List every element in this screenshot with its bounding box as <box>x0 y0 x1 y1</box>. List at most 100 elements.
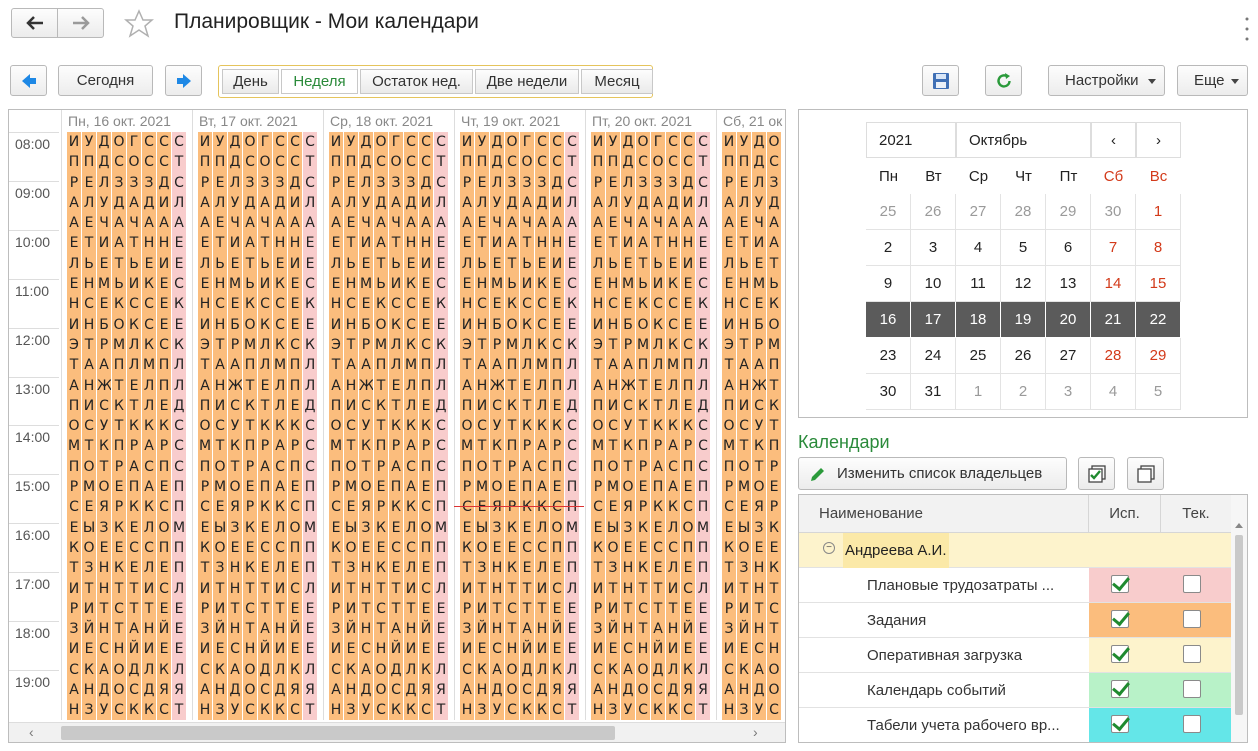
uncheck-all-button[interactable] <box>1127 457 1164 490</box>
calendar-day[interactable]: 8 <box>1136 230 1181 266</box>
more-vertical-icon[interactable] <box>1244 14 1250 44</box>
event-bar[interactable]: Г О З А Ч Т Ь И С К Л Л Е Т К Р А П К Е … <box>258 132 272 720</box>
event-bar[interactable]: Д Д Л У Ч И Е М Е Б Р А Ж С У К Т О Я З … <box>228 132 242 720</box>
event-bar[interactable]: О С З Д А А Т Ь К О М П Т К Т П Р Е Р К … <box>374 132 388 720</box>
vertical-scrollbar[interactable] <box>1231 495 1247 742</box>
day-header[interactable]: Пн, 16 окт. 2021 <box>61 110 192 132</box>
event-bar[interactable]: У П Е Л Е Т Ь Н С Н Т А Н И С Т О М Е Ы … <box>82 132 96 720</box>
use-checkbox[interactable] <box>1111 715 1129 733</box>
event-bar[interactable]: Д Д Л У Ч И Е М Е Б Р А Ж С У К Т О Я З … <box>752 132 766 720</box>
event-bar[interactable]: О С З Д А А Т Ь К О М П Т К Т П Р Е Р К … <box>243 132 257 720</box>
calendar-row[interactable]: Оперативная загрузка <box>799 638 1231 673</box>
view-week-button[interactable]: Неделя <box>281 69 358 94</box>
calendar-day[interactable]: 12 <box>1001 266 1046 302</box>
prev-month-button[interactable]: ‹ <box>1091 122 1136 158</box>
event-bar[interactable]: У П Е Л Е Т Ь Н С Н Т А Н И С Т О М Е Ы … <box>737 132 751 720</box>
event-bar[interactable]: О С З Д А А Т Ь К О М П Т К Т П Р Е Р К … <box>767 132 781 720</box>
calendar-day[interactable]: 24 <box>911 338 956 374</box>
event-bar[interactable]: С С З Д А Н Е К С С К М Л Л К А С А К Л … <box>273 132 287 720</box>
calendar-day[interactable]: 3 <box>911 230 956 266</box>
day-header[interactable]: Сб, 21 ок <box>716 110 785 132</box>
event-bar[interactable]: Г О З А Ч Т Ь И С К Л Л Е Т К Р А П К Е … <box>520 132 534 720</box>
day-column[interactable]: И П Р А А Е Л Е Н И Э Т А П О М П Р С Е … <box>323 132 454 720</box>
event-bar[interactable]: И П Р А А Е Л Е Н И Э Т А П О М П Р С Е … <box>591 132 605 720</box>
event-bar[interactable]: С С Д И А Н И Е Е Е С П П Е К Р П Е С О … <box>288 132 302 720</box>
save-button[interactable] <box>922 65 959 96</box>
event-bar[interactable]: Д Д Л У Ч И Е М Е Б Р А Ж С У К Т О Я З … <box>359 132 373 720</box>
event-bar[interactable]: И П Р А А Е Л Е Н И Э Т А П О М П Р С Е … <box>460 132 474 720</box>
event-bar[interactable]: С Т С Л А Е Е С К Е К Л Л Д С С С П П М … <box>434 132 448 720</box>
calendar-day[interactable]: 18 <box>956 302 1001 338</box>
current-checkbox[interactable] <box>1183 715 1201 733</box>
event-bar[interactable]: С С Д И А Н И Е Е Е С П П Е К Р П Е С О … <box>681 132 695 720</box>
calendar-day[interactable]: 29 <box>1046 194 1091 230</box>
scroll-right-icon[interactable]: › <box>753 724 758 740</box>
day-column[interactable]: И П Р А А Е Л Е Н И Э Т А П О М П Р С Е … <box>716 132 785 720</box>
next-period-button[interactable] <box>165 65 202 96</box>
day-column[interactable]: И П Р А А Е Л Е Н И Э Т А П О М П Р С Е … <box>585 132 716 720</box>
event-bar[interactable]: Д Д Л У Ч И Е М Е Б Р А Ж С У К Т О Я З … <box>97 132 111 720</box>
star-icon[interactable] <box>124 9 154 39</box>
calendar-day[interactable]: 14 <box>1091 266 1136 302</box>
event-bar[interactable]: И П Р А А Е Л Е Н И Э Т А П О М П Р С Е … <box>198 132 212 720</box>
event-bar[interactable]: Г О З А Ч Т Ь И С К Л Л Е Т К Р А П К Е … <box>127 132 141 720</box>
scroll-thumb[interactable] <box>1235 535 1243 715</box>
day-header[interactable]: Чт, 19 окт. 2021 <box>454 110 585 132</box>
event-bar[interactable]: У П Е Л Е Т Ь Н С Н Т А Н И С Т О М Е Ы … <box>213 132 227 720</box>
current-checkbox[interactable] <box>1183 680 1201 698</box>
calendar-day[interactable]: 25 <box>956 338 1001 374</box>
view-two-weeks-button[interactable]: Две недели <box>475 69 579 94</box>
calendar-day[interactable]: 9 <box>866 266 911 302</box>
today-button[interactable]: Сегодня <box>58 65 153 96</box>
day-column[interactable]: И П Р А А Е Л Е Н И Э Т А П О М П Р С Е … <box>454 132 585 720</box>
calendar-day[interactable]: 1 <box>1136 194 1181 230</box>
week-schedule[interactable]: 08:00 09:00 10:00 11:00 12:00 13:00 14:00 15:00… <box>8 109 786 743</box>
event-bar[interactable]: С С З Д А Н Е К С С К М Л Л К А С А К Л … <box>535 132 549 720</box>
event-bar[interactable]: С С Д И А Н И Е Е Е С П П Е К Р П Е С О … <box>157 132 171 720</box>
calendar-day[interactable]: 2 <box>1001 374 1046 410</box>
calendar-day[interactable]: 17 <box>911 302 956 338</box>
event-bar[interactable]: И П Р А А Е Л Е Н И Э Т А П О М П Р С Е … <box>329 132 343 720</box>
day-column[interactable]: И П Р А А Е Л Е Н И Э Т А П О М П Р С Е … <box>61 132 192 720</box>
scroll-left-icon[interactable]: ‹ <box>29 724 34 740</box>
calendar-day[interactable]: 1 <box>956 374 1001 410</box>
calendar-row[interactable]: Задания <box>799 603 1231 638</box>
refresh-button[interactable] <box>985 65 1022 96</box>
event-bar[interactable]: С С З Д А Н Е К С С К М Л Л К А С А К Л … <box>666 132 680 720</box>
calendar-day[interactable]: 26 <box>1001 338 1046 374</box>
calendar-day[interactable]: 5 <box>1001 230 1046 266</box>
event-bar[interactable]: У П Е Л Е Т Ь Н С Н Т А Н И С Т О М Е Ы … <box>606 132 620 720</box>
use-checkbox[interactable] <box>1111 645 1129 663</box>
day-header[interactable]: Вт, 17 окт. 2021 <box>192 110 323 132</box>
day-header[interactable]: Пт, 20 окт. 2021 <box>585 110 716 132</box>
calendar-day[interactable]: 23 <box>866 338 911 374</box>
year-select[interactable]: 2021 <box>866 122 956 158</box>
event-bar[interactable]: С Т С Л А Е Е С К Е К Л Л Д С С С П П М … <box>696 132 710 720</box>
event-bar[interactable]: С С З Д А Н Е К С С К М Л Л К А С А К Л … <box>404 132 418 720</box>
calendar-day[interactable]: 19 <box>1001 302 1046 338</box>
event-bar[interactable]: Д Д Л У Ч И Е М Е Б Р А Ж С У К Т О Я З … <box>490 132 504 720</box>
calendar-day[interactable]: 20 <box>1046 302 1091 338</box>
calendar-row[interactable]: Плановые трудозатраты ... <box>799 568 1231 603</box>
calendar-row[interactable]: Календарь событий <box>799 673 1231 708</box>
event-bar[interactable]: И П Р А А Е Л Е Н И Э Т А П О М П Р С Е … <box>67 132 81 720</box>
calendar-day[interactable]: 5 <box>1136 374 1181 410</box>
calendar-day[interactable]: 16 <box>866 302 911 338</box>
calendar-day[interactable]: 28 <box>1091 338 1136 374</box>
event-bar[interactable]: Г О З А Ч Т Ь И С К Л Л Е Т К Р А П К Е … <box>389 132 403 720</box>
use-checkbox[interactable] <box>1111 610 1129 628</box>
calendar-day[interactable]: 2 <box>866 230 911 266</box>
calendar-day[interactable]: 31 <box>911 374 956 410</box>
event-bar[interactable]: С Т С Л А Е Е С К Е К Л Л Д С С С П П М … <box>303 132 317 720</box>
calendar-day[interactable]: 25 <box>866 194 911 230</box>
event-bar[interactable]: О С З Д А А Т Ь К О М П Т К Т П Р Е Р К … <box>505 132 519 720</box>
current-checkbox[interactable] <box>1183 645 1201 663</box>
event-bar[interactable]: Д Д Л У Ч И Е М Е Б Р А Ж С У К Т О Я З … <box>621 132 635 720</box>
calendar-day[interactable]: 4 <box>956 230 1001 266</box>
check-all-button[interactable] <box>1078 457 1115 490</box>
event-bar[interactable]: О С З Д А А Т Ь К О М П Т К Т П Р Е Р К … <box>112 132 126 720</box>
calendar-day[interactable]: 26 <box>911 194 956 230</box>
event-bar[interactable]: С С Д И А Н И Е Е Е С П П Е К Р П Е С О … <box>550 132 564 720</box>
event-bar[interactable]: О С З Д А А Т Ь К О М П Т К Т П Р Е Р К … <box>636 132 650 720</box>
settings-dropdown[interactable]: Настройки <box>1048 65 1165 96</box>
